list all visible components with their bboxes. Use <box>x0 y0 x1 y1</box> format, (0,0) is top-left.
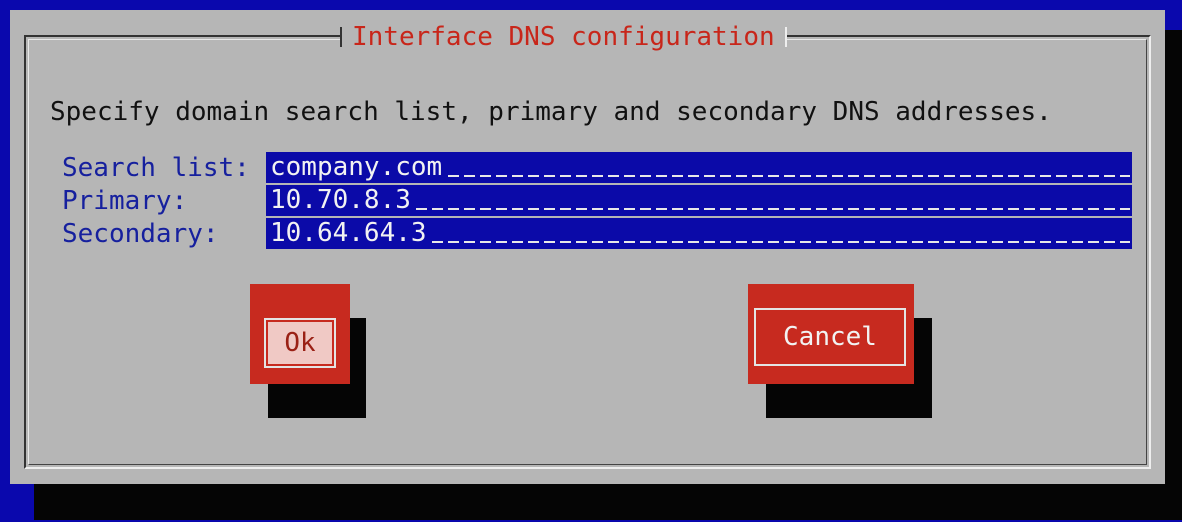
secondary-dns-value: 10.64.64.3 <box>270 218 427 248</box>
search-list-label: Search list: <box>62 153 250 183</box>
search-list-value: company.com <box>270 152 443 182</box>
cancel-button[interactable]: Cancel <box>748 284 914 384</box>
dialog-title: Interface DNS configuration <box>340 19 787 55</box>
dns-config-dialog: Interface DNS configuration Specify doma… <box>10 10 1165 484</box>
ok-button[interactable]: Ok <box>250 284 350 384</box>
secondary-label: Secondary: <box>62 219 219 249</box>
dialog-shadow-bottom <box>34 484 1176 520</box>
primary-label: Primary: <box>62 186 188 216</box>
dialog-description: Specify domain search list, primary and … <box>50 97 1052 127</box>
ok-button-label: Ok <box>284 328 316 358</box>
search-list-input[interactable]: company.com <box>266 152 1132 183</box>
secondary-dns-input[interactable]: 10.64.64.3 <box>266 218 1132 249</box>
primary-dns-value: 10.70.8.3 <box>270 185 411 215</box>
primary-dns-input[interactable]: 10.70.8.3 <box>266 185 1132 216</box>
dialog-shadow-right <box>1164 30 1182 520</box>
cancel-button-label: Cancel <box>783 322 877 352</box>
